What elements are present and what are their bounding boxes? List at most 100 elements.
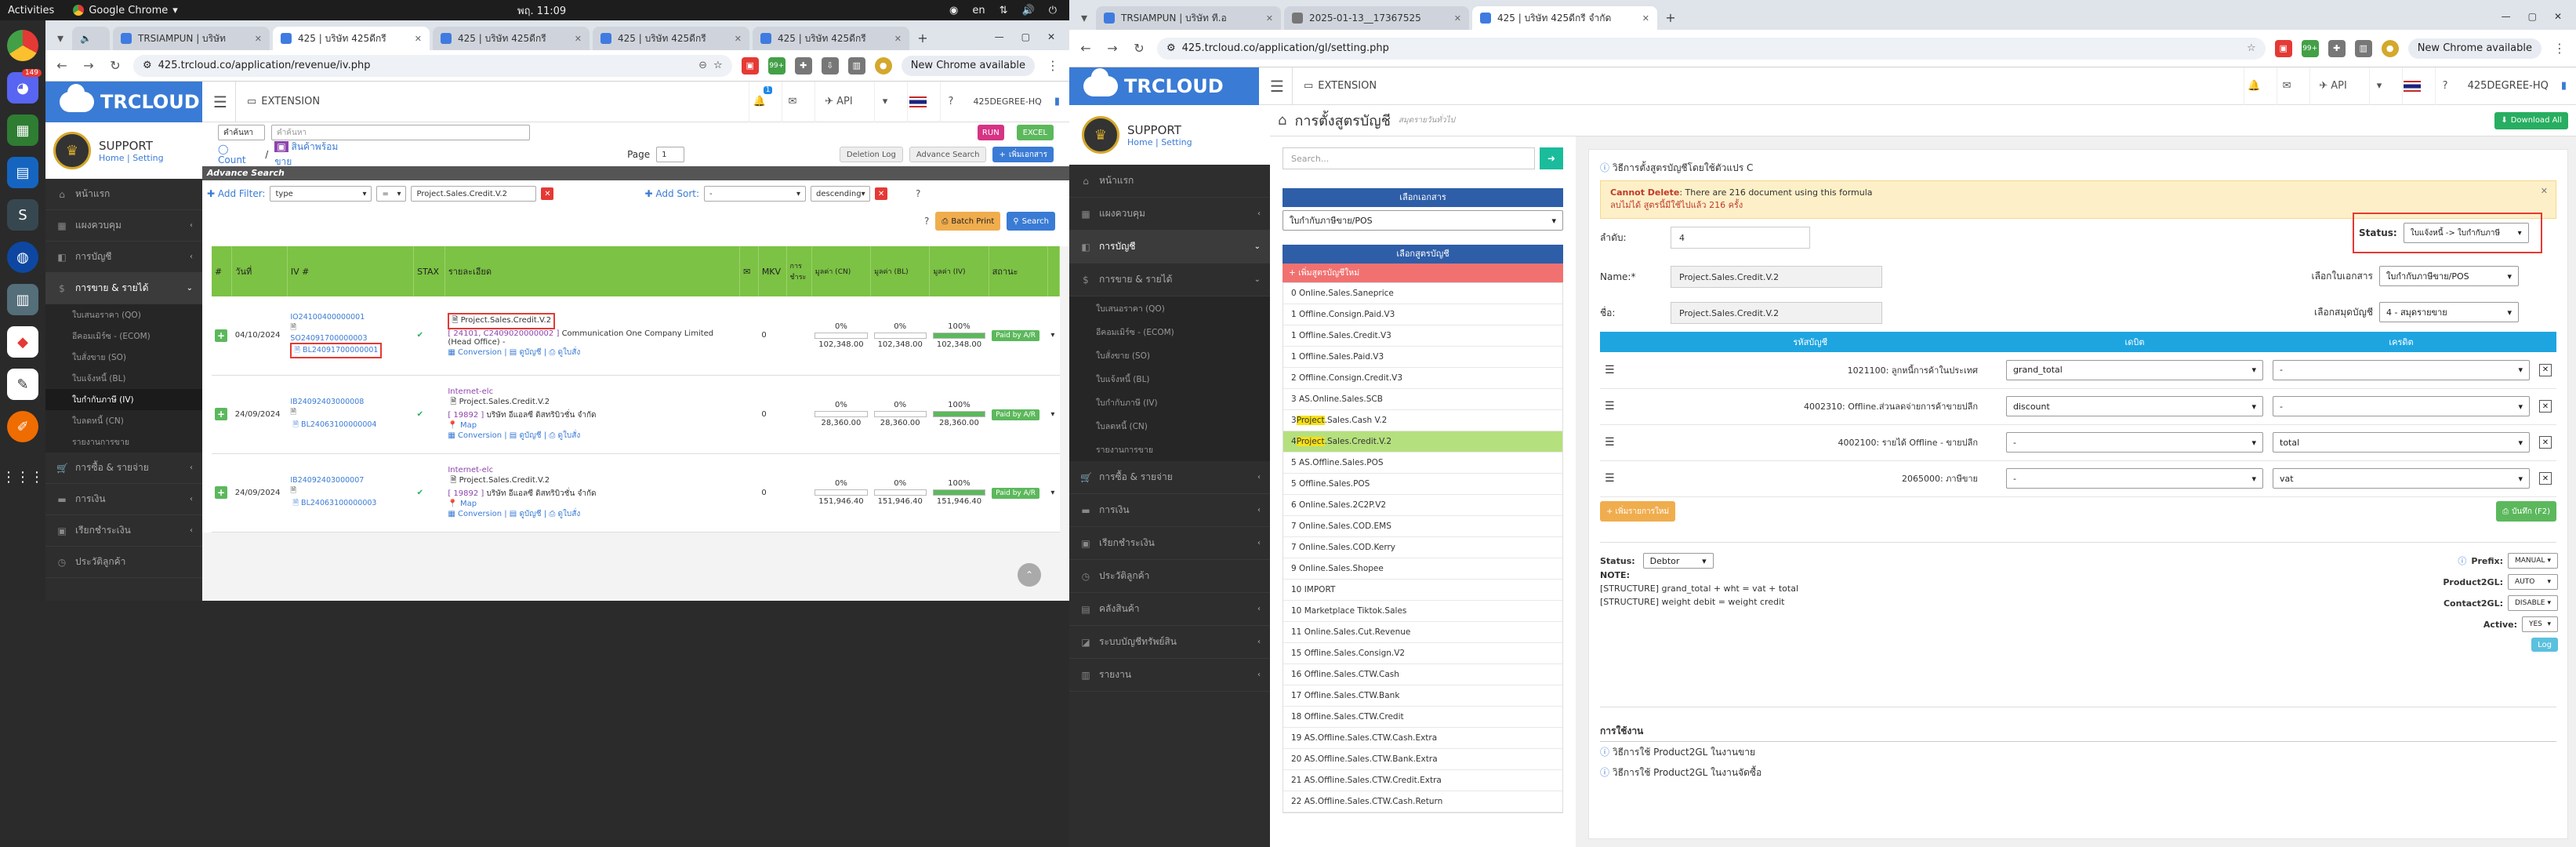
mobile-icon[interactable]: ▮ — [1054, 96, 1060, 107]
help-icon[interactable]: ? — [2434, 67, 2455, 105]
formula-list-item[interactable]: 10 Marketplace Tiktok.Sales — [1283, 601, 1562, 622]
sidebar-item-dashboard[interactable]: ▦ แผงควบคุม ‹ — [45, 210, 202, 242]
discord-tray-icon[interactable]: ◉ — [949, 5, 958, 16]
minimize-icon[interactable]: — — [995, 31, 1004, 42]
forward-icon[interactable]: → — [80, 58, 97, 73]
add-document-button[interactable]: + เพิ่มเอกสาร — [992, 147, 1054, 162]
globe-dock-icon[interactable]: ◍ — [7, 242, 38, 273]
tab-image[interactable]: 2025-01-13__17367525 ✕ — [1284, 6, 1469, 30]
keyword-input[interactable]: คำค้นหา — [271, 125, 530, 140]
home-link[interactable]: Home — [1127, 137, 1152, 147]
company-name[interactable]: 425DEGREE-HQ — [973, 96, 1041, 107]
col-detail[interactable]: รายละเอียด — [444, 246, 741, 296]
close-icon[interactable]: ✕ — [415, 34, 422, 44]
expand-row-button[interactable]: + — [215, 408, 227, 420]
profile-avatar[interactable]: ● — [2381, 39, 2399, 57]
sidebar-item-sales[interactable]: $ การขาย & รายได้ ⌄ — [45, 273, 202, 304]
formula-list-item[interactable]: 5 Offline.Sales.POS — [1283, 474, 1562, 495]
help-icon[interactable]: ? — [924, 216, 929, 227]
close-icon[interactable]: ✕ — [735, 34, 742, 44]
formula-list-item[interactable]: 3 Project .Sales.Cash V.2 — [1283, 410, 1562, 431]
tab-425-2[interactable]: 425 | บริษัท 425ดีกรี ✕ — [433, 27, 590, 50]
zoom-icon[interactable]: ⊖ — [698, 60, 707, 71]
bell-icon[interactable]: 🔔 — [2243, 67, 2264, 105]
api-button[interactable]: ✈ API — [2309, 67, 2356, 105]
chrome-update-button[interactable]: New Chrome available — [901, 55, 1035, 76]
formula-help-link[interactable]: วิธีการตั้งสูตรบัญชีโดยใช้ตัวแปร C — [1613, 162, 1754, 173]
sidebar-sub-bl[interactable]: ใบแจ้งหนี้ (BL) — [1069, 367, 1270, 391]
avatar[interactable]: ♛ — [1082, 116, 1119, 154]
drag-handle-icon[interactable]: ☰ — [1605, 364, 1615, 376]
app-menu[interactable]: Google Chrome ▾ — [73, 5, 178, 16]
credit-select[interactable]: - ▾ — [2273, 396, 2530, 416]
home-icon[interactable]: ⌂ — [1278, 112, 1286, 129]
formula-list-item[interactable]: 6 Online.Sales.2C2P.V2 — [1283, 495, 1562, 516]
star-icon[interactable]: ☆ — [2247, 42, 2256, 54]
filter-value-input[interactable]: Project.Sales.Credit.V.2 — [411, 186, 537, 202]
status-badge[interactable]: Paid by A/R — [992, 487, 1040, 499]
sidebar-sub-qo[interactable]: ใบเสนอราคา (QO) — [1069, 296, 1270, 320]
status2-select[interactable]: Debtor ▾ — [1642, 553, 1714, 569]
volume-icon[interactable]: 🔊 — [1022, 5, 1035, 16]
status-select[interactable]: ใบแจ้งหนี้ -> ใบกำกับภาษี ▾ — [2403, 223, 2529, 243]
extension-button[interactable]: ▭ EXTENSION — [234, 81, 331, 122]
sidebar-item-home[interactable]: ⌂ หน้าแรก — [45, 179, 202, 210]
close-icon[interactable]: ✕ — [255, 34, 262, 44]
status-badge[interactable]: Paid by A/R — [992, 409, 1040, 420]
formula-list-item[interactable]: 0 Online.Sales.Saneprice — [1283, 283, 1562, 304]
close-icon[interactable]: ✕ — [2541, 186, 2548, 196]
iv-number-link[interactable]: IB24092403000008 — [290, 398, 410, 406]
tab-425-active[interactable]: 425 | บริษัท 425ดีกรี ✕ — [273, 27, 430, 50]
mobile-icon[interactable]: ▮ — [2561, 80, 2567, 92]
col-mail[interactable]: ✉ — [739, 246, 759, 296]
bl-link[interactable]: 🗎 BL24063100000004 — [290, 419, 379, 431]
language-flag[interactable] — [907, 81, 927, 122]
iv-number-link[interactable]: IO24100400000001 — [290, 313, 410, 322]
formula-list-item[interactable]: 22 AS.Offline.Sales.CTW.Cash.Return — [1283, 791, 1562, 812]
table-row[interactable]: + 24/09/2024 IB24092403000008 🗎 🗎 BL2406… — [212, 375, 1060, 454]
new-tab-button[interactable]: + — [1660, 7, 1681, 27]
iv-number-link[interactable]: IB24092403000007 — [290, 476, 410, 485]
map-link[interactable]: 📍 Map — [448, 500, 736, 508]
conversion-link[interactable]: ▦ Conversion — [448, 348, 502, 357]
account-value[interactable]: 1021100: ลูกหนี้การค้าในประเทศ — [1619, 352, 2001, 389]
formula-list-item[interactable]: 3 AS.Online.Sales.SCB — [1283, 389, 1562, 410]
chrome-update-button[interactable]: New Chrome available — [2407, 38, 2542, 59]
formula-list-item[interactable]: 1 Offline.Sales.Credit.V3 — [1283, 325, 1562, 347]
clock[interactable]: พฤ. 11:09 — [517, 2, 566, 19]
sidebar-item-customer-history[interactable]: ◷ ประวัติลูกค้า — [45, 547, 202, 578]
count-link[interactable]: ◯ Count — [218, 144, 259, 165]
tab-search-button[interactable]: ▾ — [1076, 6, 1093, 30]
power-icon[interactable]: ⏻ — [1049, 5, 1057, 16]
col-no[interactable]: # — [212, 246, 233, 296]
sidebar-item-collection[interactable]: ▣ เรียกชำระเงิน ‹ — [1069, 527, 1270, 560]
remove-sort-icon[interactable]: ✕ — [875, 187, 888, 200]
tab-trsiampun[interactable]: TRSIAMPUN | บริษัท ที.อ ✕ — [1096, 6, 1281, 30]
sidebar-item-assets[interactable]: ◪ ระบบบัญชีทรัพย์สิน ‹ — [1069, 626, 1270, 659]
close-icon[interactable]: ✕ — [894, 34, 902, 44]
filter-type-select[interactable]: คำค้นหา — [218, 125, 265, 140]
discord-dock-icon[interactable]: ◕ 149 — [7, 69, 42, 104]
tab-audio[interactable]: 🔈 — [72, 27, 110, 50]
forward-icon[interactable]: → — [1104, 41, 1121, 56]
row-dropdown-icon[interactable]: ▾ — [1050, 410, 1054, 419]
sidebar-item-finance[interactable]: ▬ การเงิน ‹ — [45, 484, 202, 515]
order-input[interactable]: 4 — [1671, 227, 1810, 249]
close-icon[interactable]: ✕ — [1642, 13, 1649, 24]
arrow-right-icon[interactable]: ➜ — [1540, 147, 1563, 169]
drag-handle-icon[interactable]: ☰ — [1605, 436, 1615, 449]
download-icon[interactable]: ⇩ — [821, 56, 839, 75]
app-grid-icon[interactable]: ⋮⋮⋮ — [2, 461, 44, 493]
so-link[interactable]: SO24091700000003 — [290, 334, 410, 343]
url-input[interactable]: ⚙ 425.trcloud.co/application/gl/setting.… — [1157, 37, 2266, 60]
debit-select[interactable]: - ▾ — [2006, 432, 2263, 453]
close-window-icon[interactable]: ✕ — [1047, 31, 1055, 42]
sidebar-sub-report[interactable]: รายงานการขาย — [45, 431, 202, 453]
tab-trsiampun[interactable]: TRSIAMPUN | บริษัท ✕ — [113, 27, 270, 50]
sidebar-sub-bl[interactable]: ใบแจ้งหนี้ (BL) — [45, 368, 202, 389]
advance-search-button[interactable]: Advance Search — [909, 147, 987, 162]
row-dropdown-icon[interactable]: ▾ — [1050, 331, 1054, 340]
star-icon[interactable]: ☆ — [713, 60, 723, 71]
sidebar-item-home[interactable]: ⌂ หน้าแรก — [1069, 165, 1270, 198]
remove-line-icon[interactable]: ✕ — [2539, 472, 2552, 485]
